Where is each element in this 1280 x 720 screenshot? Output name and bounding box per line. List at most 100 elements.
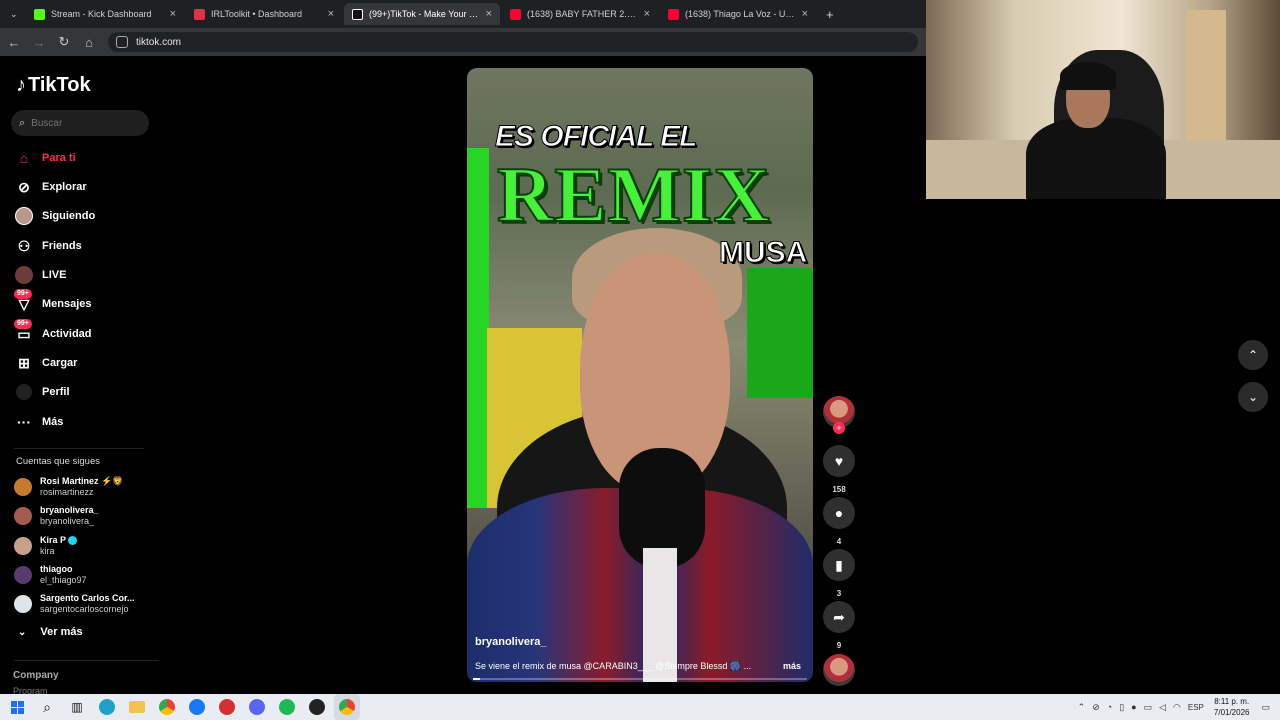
author-avatar-button[interactable]: +	[823, 396, 855, 434]
music-disc-icon	[823, 654, 855, 686]
url-field[interactable]: tiktok.com	[108, 32, 918, 52]
tab-irltoolkit[interactable]: IRLToolkit • Dashboard ×	[186, 3, 342, 25]
task-view-icon[interactable]: ▥	[64, 694, 90, 720]
nav-friends[interactable]: ⚇ Friends	[14, 235, 82, 257]
speaker-icon[interactable]: ◁	[1159, 702, 1166, 713]
chevron-down-icon: ⌄	[18, 626, 27, 638]
usb-icon[interactable]: ▯	[1119, 702, 1124, 713]
live-icon	[14, 265, 34, 285]
tab-kick[interactable]: Stream - Kick Dashboard ×	[26, 3, 184, 25]
tiktok-note-icon: ♪	[16, 74, 26, 96]
record-app-icon[interactable]	[214, 694, 240, 720]
like-count: 158	[832, 485, 846, 494]
youtube-icon	[668, 8, 679, 20]
nav-cargar[interactable]: ⊞ Cargar	[14, 352, 77, 374]
caption-more-button[interactable]: más	[783, 661, 801, 671]
account-username: bryanolivera_	[40, 516, 95, 526]
video-player[interactable]: ES OFICIAL EL REMIX MUSA bryanolivera_ S…	[467, 68, 813, 682]
discord-icon[interactable]	[244, 694, 270, 720]
search-icon: ⌕	[19, 116, 26, 129]
close-icon[interactable]: ×	[170, 8, 176, 20]
microphone-icon[interactable]: ●	[1131, 702, 1136, 712]
site-info-icon[interactable]	[116, 36, 128, 48]
comment-icon: ●	[823, 497, 855, 529]
file-explorer-icon[interactable]	[124, 694, 150, 720]
reload-icon[interactable]: ↻	[53, 31, 75, 53]
nav-siguiendo[interactable]: Siguiendo	[14, 205, 95, 227]
home-icon[interactable]: ⌂	[78, 31, 100, 53]
see-more-button[interactable]: ⌄ Ver más	[18, 626, 83, 638]
account-username: rosimartinezz	[40, 487, 94, 497]
close-icon[interactable]: ×	[328, 8, 334, 20]
sync-icon[interactable]: ◔	[1107, 702, 1112, 712]
edge-icon[interactable]	[94, 694, 120, 720]
facebook-icon[interactable]	[184, 694, 210, 720]
nav-explorar[interactable]: ⊘ Explorar	[14, 176, 87, 198]
share-button[interactable]: ➦ 9	[823, 601, 855, 650]
wifi-icon[interactable]: ◠	[1173, 702, 1181, 713]
chrome-icon[interactable]	[154, 694, 180, 720]
tab-youtube-1[interactable]: (1638) BABY FATHER 2.0 ⚡ - Yo ×	[502, 3, 658, 25]
display-icon[interactable]: ▭	[1144, 702, 1153, 713]
nav-label: Para ti	[42, 152, 76, 164]
logo-text: TikTok	[28, 74, 91, 96]
footer-program-link[interactable]: Program	[13, 686, 48, 694]
tab-tiktok[interactable]: (99+)TikTok - Make Your Day ×	[344, 3, 500, 25]
clock-time: 8:11 p. m.	[1214, 697, 1250, 706]
following-account[interactable]: Rosi Martinez ⚡🦁 rosimartinezz	[14, 474, 154, 500]
close-icon[interactable]: ×	[802, 8, 808, 20]
next-video-button[interactable]: ⌄	[1238, 382, 1268, 412]
nav-label: Explorar	[42, 181, 87, 193]
close-icon[interactable]: ×	[644, 8, 650, 20]
chevron-up-icon[interactable]: ⌃	[1078, 702, 1086, 713]
follow-plus-icon[interactable]: +	[833, 422, 845, 434]
network-off-icon[interactable]: ⊘	[1092, 702, 1100, 713]
search-box[interactable]: ⌕	[11, 110, 149, 136]
spotify-icon[interactable]	[274, 694, 300, 720]
music-disc-button[interactable]	[823, 654, 855, 686]
obs-icon[interactable]	[304, 694, 330, 720]
avatar	[14, 537, 32, 555]
language-indicator[interactable]: ESP	[1188, 703, 1204, 712]
comment-button[interactable]: ● 4	[823, 497, 855, 546]
video-frame-green-panel	[747, 268, 813, 398]
video-caption: Se viene el remix de musa @CARABIN3___ @…	[475, 661, 752, 671]
close-icon[interactable]: ×	[486, 8, 492, 20]
video-overlay-title: REMIX	[496, 150, 771, 239]
tab-title: Stream - Kick Dashboard	[51, 9, 152, 19]
nav-mas[interactable]: ··· Más	[14, 411, 63, 433]
following-account[interactable]: bryanolivera_ bryanolivera_	[14, 503, 154, 529]
nav-perfil[interactable]: Perfil	[14, 381, 70, 403]
account-name: Rosi Martinez ⚡🦁	[40, 476, 124, 486]
notification-icon[interactable]: ▭	[1261, 702, 1270, 713]
search-input[interactable]	[31, 117, 132, 129]
following-header: Cuentas que sigues	[16, 456, 100, 467]
forward-icon[interactable]: →	[28, 31, 50, 53]
tab-youtube-2[interactable]: (1638) Thiago La Voz - Un Poco ×	[660, 3, 816, 25]
video-author-link[interactable]: bryanolivera_	[475, 636, 547, 648]
nav-para-ti[interactable]: ⌂ Para ti	[14, 147, 76, 169]
following-account[interactable]: Sargento Carlos Cor... sargentocarloscorn…	[14, 591, 154, 617]
chrome-active-icon[interactable]	[334, 694, 360, 720]
following-avatar-icon	[14, 206, 34, 226]
footer-company-link[interactable]: Company	[13, 670, 59, 681]
search-icon[interactable]: ⌕	[34, 694, 60, 720]
like-button[interactable]: ♥ 158	[823, 445, 855, 494]
following-account[interactable]: thiagoo el_thiago97	[14, 562, 154, 588]
tiktok-logo[interactable]: ♪ TikTok	[16, 74, 91, 97]
following-account[interactable]: Kira P kira	[14, 533, 154, 559]
nav-mensajes[interactable]: ▽ 99+ Mensajes	[14, 289, 92, 315]
windows-start-icon[interactable]	[4, 694, 30, 720]
nav-label: Perfil	[42, 386, 70, 398]
save-button[interactable]: ▮ 3	[823, 549, 855, 598]
video-progress-bar[interactable]	[473, 678, 807, 680]
clock[interactable]: 8:11 p. m. 7/01/2026	[1214, 696, 1250, 718]
tab-title: IRLToolkit • Dashboard	[211, 9, 303, 19]
previous-video-button[interactable]: ⌃	[1238, 340, 1268, 370]
back-icon[interactable]: ←	[3, 31, 25, 53]
tab-search-button[interactable]: ⌄	[2, 3, 24, 25]
nav-actividad[interactable]: ▭ 99+ Actividad	[14, 319, 92, 345]
new-tab-button[interactable]: +	[818, 3, 840, 25]
nav-live[interactable]: LIVE	[14, 264, 66, 286]
chevron-down-icon: ⌄	[1247, 390, 1259, 404]
